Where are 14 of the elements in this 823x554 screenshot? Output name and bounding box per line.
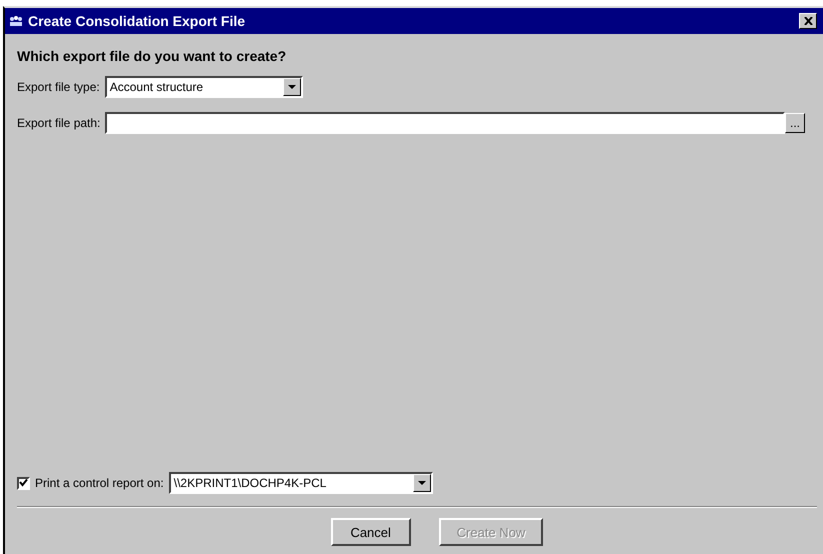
window-title: Create Consolidation Export File [28,13,246,29]
checkbox[interactable] [17,476,30,490]
question-heading: Which export file do you want to create? [17,48,288,64]
field-label: Export file type: [17,80,100,94]
dialog-button[interactable]: Cancel [330,518,411,546]
close-icon [804,17,812,25]
people-icon [9,15,23,27]
file-path-field[interactable] [105,112,785,134]
checkbox-label: Print a control report on: [35,476,164,490]
browse-button[interactable]: ... [785,113,805,133]
close-button[interactable] [799,13,817,29]
field-label: Export file path: [17,116,100,130]
printer-dropdown[interactable]: \\2KPRINT1\DOCHP4K-PCL [168,472,433,494]
file-type-dropdown[interactable]: Account structure [104,76,303,98]
